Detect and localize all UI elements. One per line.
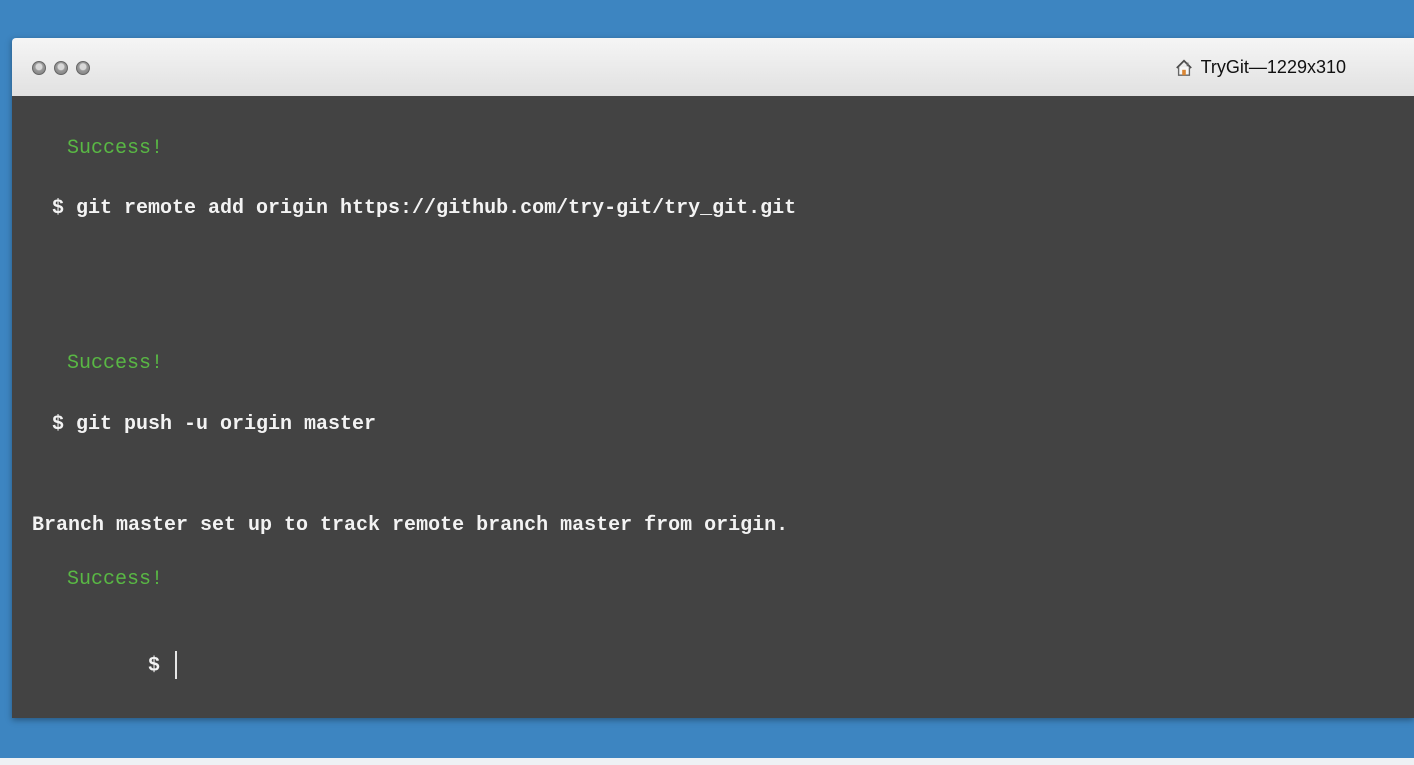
terminal-prompt[interactable]: $ <box>52 627 178 703</box>
window-title-bar[interactable]: TryGit—1229x310 <box>12 38 1414 97</box>
page-bottom-strip <box>0 758 1414 765</box>
command-line: $ git push -u origin master <box>52 413 377 436</box>
close-window-button[interactable] <box>32 61 46 75</box>
prompt-symbol: $ <box>148 654 161 678</box>
success-message: Success! <box>67 352 164 375</box>
minimize-window-button[interactable] <box>54 61 68 75</box>
command-line: $ git remote add origin https://github.c… <box>52 197 797 220</box>
window-title-text: TryGit—1229x310 <box>1200 57 1346 77</box>
window-title: TryGit—1229x310 <box>1175 57 1346 78</box>
success-message: Success! <box>67 568 164 591</box>
command-output: Branch master set up to track remote bra… <box>32 514 789 537</box>
window-controls <box>32 61 90 75</box>
terminal-window: TryGit—1229x310 Success! $ git remote ad… <box>12 38 1414 718</box>
home-icon <box>1175 59 1192 76</box>
maximize-window-button[interactable] <box>76 61 90 75</box>
text-cursor[interactable] <box>175 651 178 679</box>
desktop-background: TryGit—1229x310 Success! $ git remote ad… <box>0 0 1414 765</box>
success-message: Success! <box>67 137 164 160</box>
terminal-area[interactable]: Success! $ git remote add origin https:/… <box>12 96 1414 718</box>
